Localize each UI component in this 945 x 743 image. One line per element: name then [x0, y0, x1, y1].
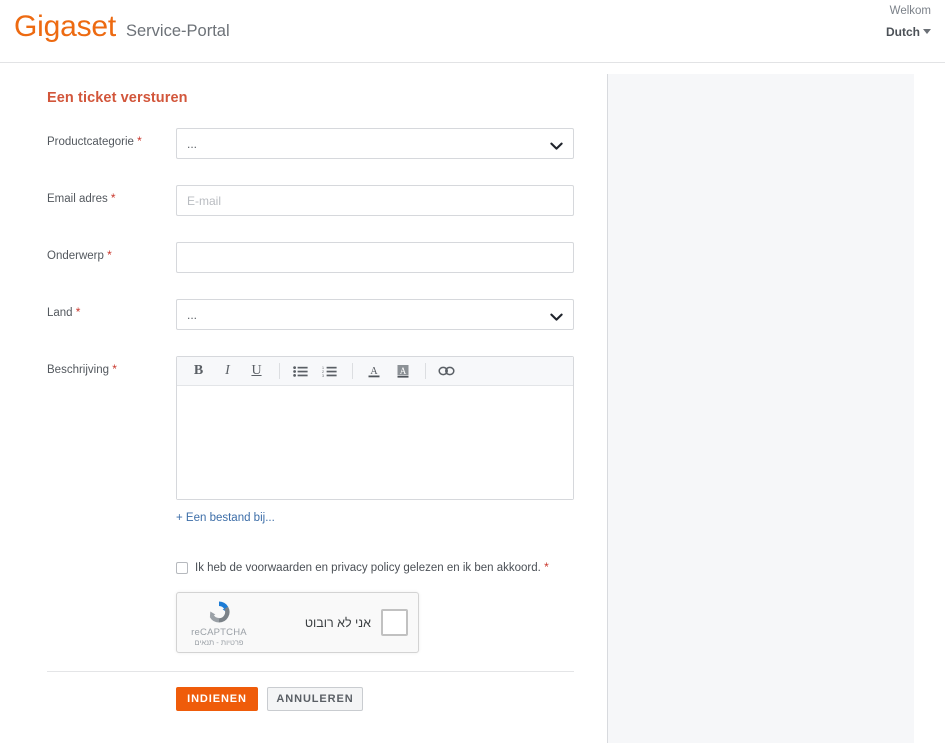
app-header: Gigaset Service-Portal Welkom Dutch	[0, 0, 945, 63]
country-select-wrap: ...	[176, 299, 574, 330]
product-category-select[interactable]: ...	[176, 128, 574, 159]
rich-text-editor: B I U 1 2 3 A A	[176, 356, 574, 500]
field-row-description: Beschrijving * B I U 1 2 3 A A + Een bes…	[47, 356, 607, 653]
language-label: Dutch	[886, 25, 920, 39]
field-row-product-category: Productcategorie * ...	[47, 128, 607, 159]
label-product-category: Productcategorie *	[47, 128, 176, 149]
cancel-button[interactable]: ANNULEREN	[267, 687, 363, 711]
form-divider	[47, 671, 574, 672]
italic-icon[interactable]: I	[214, 360, 241, 382]
field-subject	[176, 242, 607, 273]
label-text: Email adres	[47, 193, 108, 205]
attach-file-link[interactable]: + Een bestand bij...	[176, 512, 275, 524]
terms-checkbox[interactable]	[176, 561, 188, 574]
label-description: Beschrijving *	[47, 356, 176, 377]
svg-text:3: 3	[322, 374, 324, 377]
link-icon[interactable]	[433, 360, 460, 382]
consent-text: Ik heb de voorwaarden en privacy policy …	[195, 560, 549, 575]
portal-subtitle: Service-Portal	[126, 22, 230, 40]
required-marker: *	[75, 305, 81, 319]
product-category-select-wrap: ...	[176, 128, 574, 159]
text-color-icon[interactable]: A	[360, 360, 387, 382]
form-actions: INDIENEN ANNULEREN	[47, 687, 607, 711]
recaptcha-checkbox[interactable]	[381, 609, 408, 636]
chevron-down-icon	[923, 29, 931, 35]
editor-toolbar: B I U 1 2 3 A A	[177, 357, 573, 386]
product-category-value: ...	[187, 136, 198, 151]
field-description: B I U 1 2 3 A A + Een bestand bij... Ik …	[176, 356, 607, 653]
side-panel	[607, 74, 914, 743]
submit-button[interactable]: INDIENEN	[176, 687, 258, 711]
required-marker: *	[110, 191, 116, 205]
recaptcha-logo-icon	[209, 601, 230, 623]
header-right: Welkom Dutch	[886, 3, 931, 40]
recaptcha-widget: אני לא רובוט reCAPTCHA פרטיות - תנאים	[176, 592, 419, 653]
required-marker: *	[112, 362, 117, 376]
country-select[interactable]: ...	[176, 299, 574, 330]
welcome-text: Welkom	[889, 5, 931, 17]
ticket-form: Een ticket versturen Productcategorie * …	[0, 63, 607, 743]
recaptcha-fine-print: פרטיות - תנאים	[194, 638, 244, 647]
required-marker: *	[137, 134, 142, 148]
brand[interactable]: Gigaset Service-Portal	[14, 12, 230, 42]
svg-text:A: A	[399, 366, 406, 376]
field-row-email: Email adres *	[47, 185, 607, 216]
toolbar-separator	[279, 363, 280, 379]
label-text: Productcategorie	[47, 136, 134, 148]
label-text: Land	[47, 307, 73, 319]
field-row-country: Land * ...	[47, 299, 607, 330]
recaptcha-brand: reCAPTCHA פרטיות - תנאים	[186, 598, 252, 647]
label-subject: Onderwerp *	[47, 242, 176, 263]
field-email	[176, 185, 607, 216]
toolbar-separator	[425, 363, 426, 379]
field-country: ...	[176, 299, 607, 330]
email-input[interactable]	[176, 185, 574, 216]
country-value: ...	[187, 307, 198, 322]
label-text: Onderwerp	[47, 250, 104, 262]
field-product-category: ...	[176, 128, 607, 159]
required-marker: *	[544, 560, 549, 574]
page-body: Een ticket versturen Productcategorie * …	[0, 63, 945, 743]
bold-icon[interactable]: B	[185, 360, 212, 382]
label-text: Beschrijving	[47, 364, 109, 376]
toolbar-separator	[352, 363, 353, 379]
unordered-list-icon[interactable]	[287, 360, 314, 382]
label-country: Land *	[47, 299, 176, 320]
required-marker: *	[107, 248, 112, 262]
gigaset-logo: Gigaset	[14, 10, 116, 43]
subject-input[interactable]	[176, 242, 574, 273]
consent-label: Ik heb de voorwaarden en privacy policy …	[195, 562, 541, 574]
editor-content-area[interactable]	[177, 386, 573, 499]
label-email: Email adres *	[47, 185, 176, 206]
svg-text:A: A	[370, 366, 378, 377]
page-title: Een ticket versturen	[47, 90, 188, 106]
ordered-list-icon[interactable]: 1 2 3	[316, 360, 343, 382]
language-selector[interactable]: Dutch	[886, 24, 931, 40]
background-color-icon[interactable]: A	[389, 360, 416, 382]
consent-row: Ik heb de voorwaarden en privacy policy …	[176, 560, 607, 575]
field-row-subject: Onderwerp *	[47, 242, 607, 273]
recaptcha-label: אני לא רובוט	[304, 615, 371, 630]
recaptcha-brand-name: reCAPTCHA	[191, 627, 247, 638]
underline-icon[interactable]: U	[243, 360, 270, 382]
